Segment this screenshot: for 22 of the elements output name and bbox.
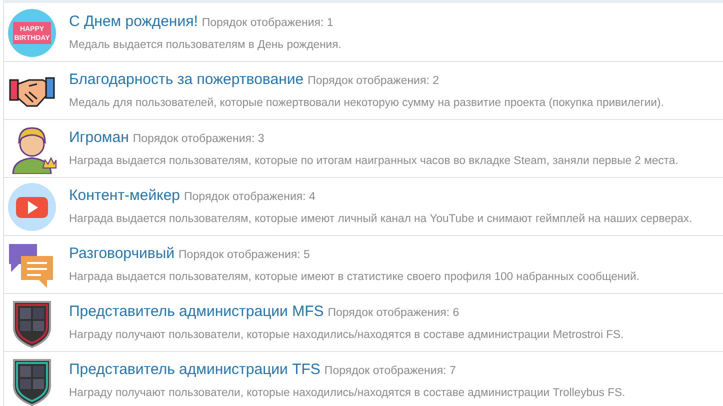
medal-description: Награду получают пользователи, которые находились/находятся в составе администрации Metrostroi FS.: [69, 328, 624, 343]
display-order: Порядок отображения: 3: [132, 132, 264, 148]
medal-title[interactable]: Разговорчивый: [69, 243, 175, 266]
medal-description: Награда выдается пользователям, которые по итогам наигранных часов во вкладке Steam, заняли первые 2 места.: [69, 154, 678, 169]
medal-description: Награда выдается пользователям, которые имеют личный канал на YouTube и снимают геймплей на наших серверах.: [69, 212, 692, 227]
display-order: Порядок отображения: 7: [324, 364, 456, 380]
medal-title[interactable]: Представитель администрации TFS: [69, 359, 320, 382]
display-order: Порядок отображения: 1: [202, 16, 334, 32]
medal-description: Награду получают пользователи, которые находились/находятся в составе администрации Trolleybus FS.: [69, 386, 626, 401]
medal-description: Награда выдается пользователям, которые имеют в статистике своего профиля 100 набранных сообщений.: [69, 270, 640, 285]
medal-title[interactable]: Благодарность за пожертвование: [69, 69, 304, 92]
medal-title[interactable]: Представитель администрации MFS: [69, 301, 324, 324]
medal-description: Медаль для пользователей, которые пожертвовали некоторую сумму на развитие проекта (покупка привилегии).: [69, 96, 664, 111]
play-button-icon: [7, 182, 57, 232]
display-order: Порядок отображения: 6: [328, 306, 460, 322]
display-order: Порядок отображения: 2: [308, 74, 439, 90]
display-order: Порядок отображения: 5: [178, 248, 310, 264]
medal-title[interactable]: Игроман: [69, 127, 129, 150]
display-order: Порядок отображения: 4: [184, 190, 316, 206]
medal-title[interactable]: С Днем рождения!: [69, 11, 198, 34]
medal-description: Медаль выдается пользователям в День рождения.: [69, 38, 342, 53]
medal-title[interactable]: Контент-мейкер: [69, 185, 180, 208]
